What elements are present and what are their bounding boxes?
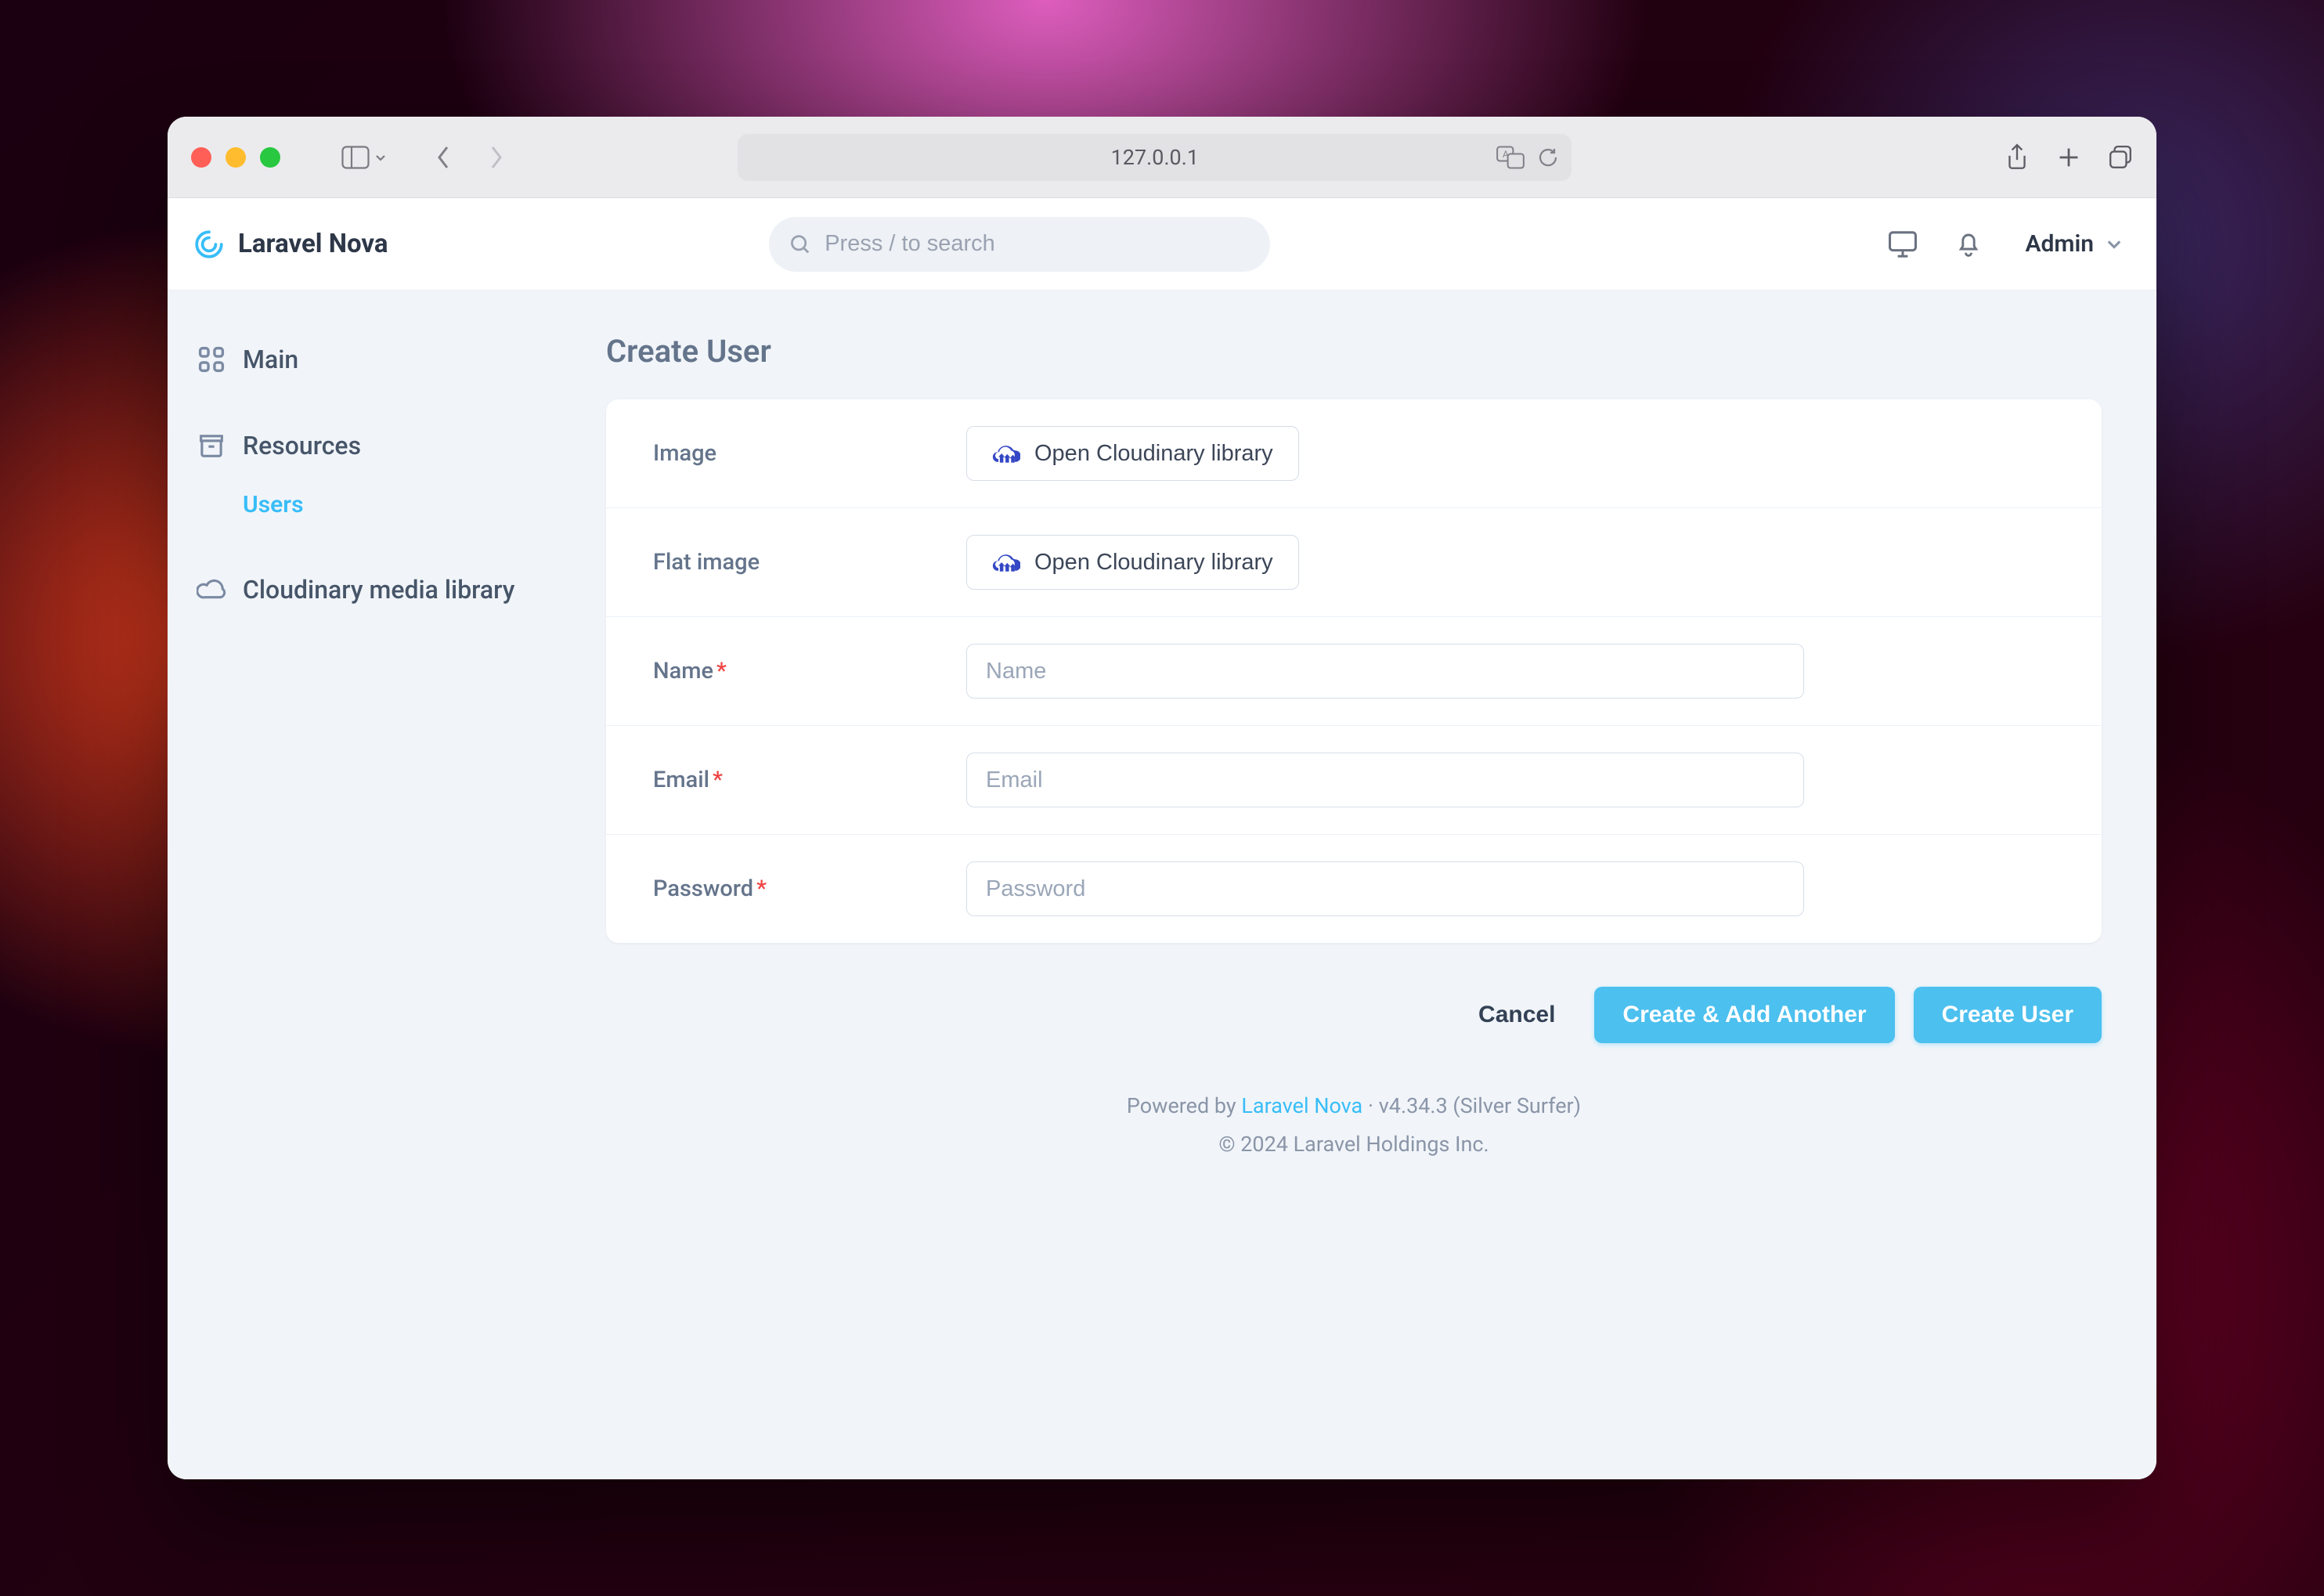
user-menu[interactable]: Admin <box>2025 230 2131 258</box>
footer-version: · v4.34.3 (Silver Surfer) <box>1362 1093 1581 1118</box>
close-window-dot[interactable] <box>191 147 211 168</box>
browser-nav <box>429 143 511 172</box>
field-flat-image: Flat image Open Cloudi <box>606 508 2102 617</box>
tabs-overview-icon[interactable] <box>2108 145 2133 170</box>
nav-label: Users <box>243 491 304 518</box>
share-icon[interactable] <box>2005 143 2030 172</box>
field-name: Name* <box>606 617 2102 726</box>
cloud-icon <box>196 573 227 605</box>
footer-copyright: © 2024 Laravel Holdings Inc. <box>606 1125 2102 1164</box>
global-search[interactable] <box>769 217 1270 272</box>
browser-window: 127.0.0.1 A <box>168 117 2156 1479</box>
nav-main[interactable]: Main <box>189 333 583 386</box>
minimize-window-dot[interactable] <box>226 147 246 168</box>
browser-sidebar-toggle[interactable] <box>341 146 387 169</box>
form-card: Image Open Cloudinary <box>606 399 2102 943</box>
create-user-button[interactable]: Create User <box>1914 987 2102 1043</box>
address-text: 127.0.0.1 <box>1111 145 1199 170</box>
required-marker: * <box>716 658 727 684</box>
svg-text:A: A <box>1503 150 1509 161</box>
field-label: Password* <box>653 876 966 902</box>
app-footer: Powered by Laravel Nova · v4.34.3 (Silve… <box>606 1087 2102 1163</box>
password-input[interactable] <box>966 861 1804 916</box>
grid-icon <box>196 344 227 375</box>
brand-name: Laravel Nova <box>238 229 388 259</box>
button-label: Open Cloudinary library <box>1034 441 1273 467</box>
cloudinary-icon <box>992 442 1020 464</box>
window-traffic-lights <box>191 147 280 168</box>
field-label: Name* <box>653 658 966 684</box>
browser-back-button[interactable] <box>429 143 459 172</box>
brand[interactable]: Laravel Nova <box>193 228 388 261</box>
footer-nova-link[interactable]: Laravel Nova <box>1241 1093 1362 1118</box>
app-body: Main Resources Users <box>168 291 2156 1479</box>
nova-logo-icon <box>193 228 226 261</box>
browser-chrome: 127.0.0.1 A <box>168 117 2156 198</box>
form-actions: Cancel Create & Add Another Create User <box>606 987 2102 1043</box>
chevron-left-icon <box>433 144 455 171</box>
sidebar: Main Resources Users <box>168 291 606 1479</box>
nav-label: Main <box>243 345 298 374</box>
page-title: Create User <box>606 333 2102 370</box>
cancel-button[interactable]: Cancel <box>1458 987 1575 1043</box>
browser-forward-button[interactable] <box>481 143 511 172</box>
monitor-icon <box>1888 230 1918 258</box>
required-marker: * <box>756 876 767 902</box>
create-add-another-button[interactable]: Create & Add Another <box>1594 987 1894 1043</box>
theme-toggle[interactable] <box>1887 229 1918 260</box>
search-input[interactable] <box>825 231 1249 257</box>
field-password: Password* <box>606 835 2102 943</box>
chevron-down-icon <box>2105 235 2124 254</box>
email-input[interactable] <box>966 753 1804 807</box>
user-name: Admin <box>2025 230 2094 258</box>
nav-resources[interactable]: Resources <box>189 419 583 472</box>
required-marker: * <box>713 767 723 793</box>
field-label: Flat image <box>653 549 966 576</box>
archive-icon <box>196 430 227 461</box>
open-cloudinary-flatimage-button[interactable]: Open Cloudinary library <box>966 535 1299 590</box>
open-cloudinary-image-button[interactable]: Open Cloudinary library <box>966 426 1299 481</box>
field-label: Email* <box>653 767 966 793</box>
button-label: Open Cloudinary library <box>1034 550 1273 576</box>
new-tab-icon[interactable] <box>2056 145 2081 170</box>
translate-icon[interactable]: A <box>1496 146 1525 169</box>
chevron-down-icon <box>374 151 387 164</box>
nav-resources-users[interactable]: Users <box>189 480 583 529</box>
footer-powered-prefix: Powered by <box>1127 1093 1242 1118</box>
sidebar-panel-icon <box>341 146 370 169</box>
cloudinary-icon <box>992 551 1020 573</box>
chevron-right-icon <box>485 144 507 171</box>
fullscreen-window-dot[interactable] <box>260 147 280 168</box>
nav-cloudinary[interactable]: Cloudinary media library <box>189 562 583 618</box>
reload-icon[interactable] <box>1537 146 1559 168</box>
notifications-button[interactable] <box>1953 229 1984 260</box>
field-label: Image <box>653 440 966 467</box>
browser-right-controls <box>2005 143 2133 172</box>
nav-label: Cloudinary media library <box>243 573 514 607</box>
bell-icon <box>1955 230 1982 258</box>
name-input[interactable] <box>966 644 1804 699</box>
app-header: Laravel Nova Admin <box>168 198 2156 291</box>
search-icon <box>789 233 811 256</box>
field-email: Email* <box>606 726 2102 835</box>
nav-label: Resources <box>243 431 361 460</box>
field-image: Image Open Cloudinary <box>606 399 2102 508</box>
address-bar[interactable]: 127.0.0.1 A <box>738 134 1572 181</box>
main-content: Create User Image <box>606 291 2156 1479</box>
